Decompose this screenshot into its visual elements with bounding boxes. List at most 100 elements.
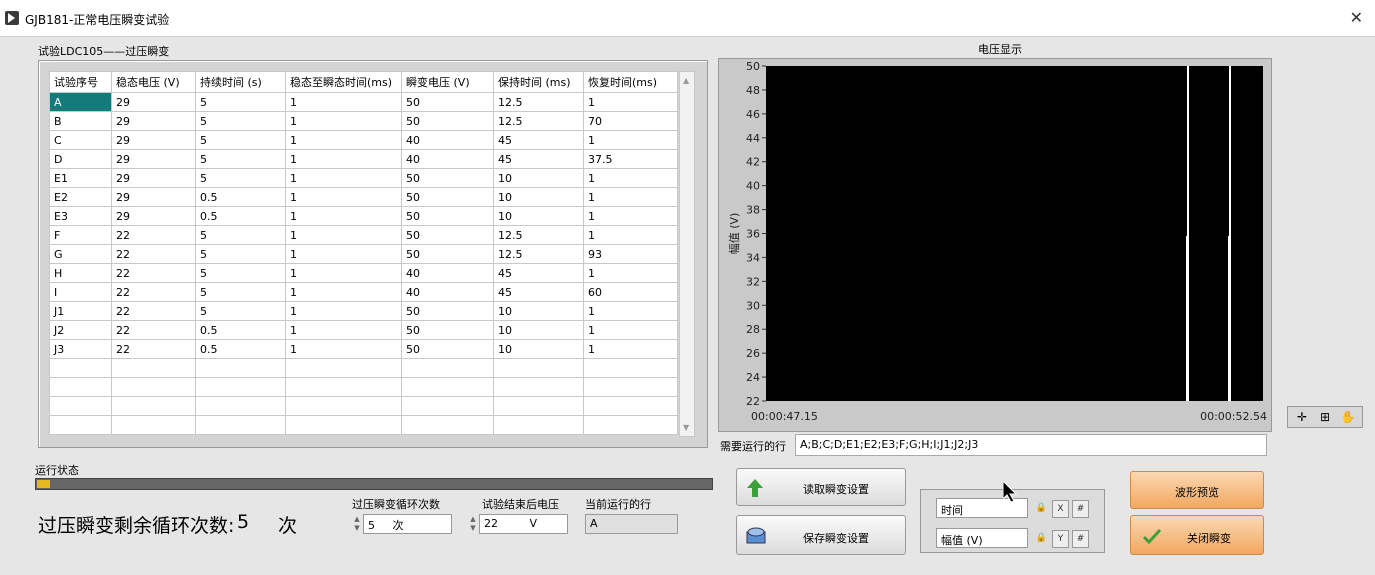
table-cell[interactable]: 45 [493, 130, 584, 150]
table-cell[interactable] [49, 377, 112, 397]
table-cell[interactable] [285, 396, 402, 416]
table-row[interactable]: B 29 5 1 50 12.5 70 [49, 111, 678, 131]
table-cell[interactable]: 45 [493, 263, 584, 283]
table-cell[interactable]: 50 [401, 301, 494, 321]
decrement-icon[interactable]: ▼ [468, 524, 478, 533]
table-scrollbar[interactable]: ▲ ▼ [679, 71, 695, 437]
table-cell[interactable]: F [49, 225, 112, 245]
cycle-count-input[interactable]: 5 次 [363, 514, 452, 534]
table-cell[interactable]: 5 [195, 111, 286, 131]
table-cell[interactable]: 12.5 [493, 92, 584, 112]
read-settings-button[interactable]: 读取瞬变设置 [736, 468, 906, 506]
table-row[interactable]: E1 29 5 1 50 10 1 [49, 168, 678, 188]
table-cell[interactable] [195, 415, 286, 435]
table-cell[interactable]: D [49, 149, 112, 169]
table-cell[interactable]: 40 [401, 149, 494, 169]
table-cell[interactable] [195, 358, 286, 378]
close-icon[interactable]: ✕ [1350, 8, 1363, 27]
table-cell[interactable]: C [49, 130, 112, 150]
close-transient-button[interactable]: 关闭瞬变 [1130, 515, 1264, 555]
table-cell[interactable]: 1 [285, 339, 402, 359]
table-cell[interactable]: 50 [401, 92, 494, 112]
table-cell[interactable]: 29 [111, 206, 196, 226]
table-cell[interactable]: E3 [49, 206, 112, 226]
table-cell[interactable]: 50 [401, 111, 494, 131]
table-cell[interactable] [493, 377, 584, 397]
cycle-count-stepper[interactable]: ▲ ▼ [352, 515, 362, 533]
table-cell[interactable] [583, 396, 678, 416]
table-cell[interactable]: 50 [401, 225, 494, 245]
table-row[interactable]: E2 29 0.5 1 50 10 1 [49, 187, 678, 207]
table-cell[interactable]: 22 [111, 225, 196, 245]
table-cell[interactable]: 29 [111, 187, 196, 207]
table-cell[interactable]: 5 [195, 168, 286, 188]
table-cell[interactable]: 5 [195, 225, 286, 245]
table-row[interactable] [49, 396, 678, 416]
table-cell[interactable]: 1 [583, 263, 678, 283]
table-cell[interactable]: 22 [111, 320, 196, 340]
save-settings-button[interactable]: 保存瞬变设置 [736, 515, 906, 555]
table-cell[interactable] [111, 377, 196, 397]
table-cell[interactable]: 29 [111, 168, 196, 188]
table-cell[interactable]: 5 [195, 282, 286, 302]
table-cell[interactable] [195, 396, 286, 416]
table-cell[interactable]: 1 [583, 301, 678, 321]
table-cell[interactable]: 5 [195, 244, 286, 264]
table-cell[interactable] [401, 358, 494, 378]
table-cell[interactable]: 50 [401, 339, 494, 359]
table-cell[interactable]: 1 [285, 320, 402, 340]
scroll-down-icon[interactable]: ▼ [683, 423, 689, 432]
table-cell[interactable]: 1 [285, 244, 402, 264]
table-cell[interactable]: 5 [195, 149, 286, 169]
table-cell[interactable] [401, 415, 494, 435]
table-cell[interactable] [285, 377, 402, 397]
table-cell[interactable]: 1 [285, 187, 402, 207]
table-cell[interactable]: 45 [493, 282, 584, 302]
table-cell[interactable]: 12.5 [493, 244, 584, 264]
amplitude-axis-field[interactable]: 幅值 (V) [936, 528, 1028, 548]
table-row[interactable] [49, 377, 678, 397]
table-cell[interactable] [285, 358, 402, 378]
table-cell[interactable]: 1 [583, 339, 678, 359]
table-cell[interactable]: 70 [583, 111, 678, 131]
autoscale-x-icon[interactable]: X [1052, 500, 1069, 518]
increment-icon[interactable]: ▲ [352, 515, 362, 524]
table-cell[interactable]: 22 [111, 244, 196, 264]
lock-icon[interactable]: 🔒 [1034, 500, 1049, 516]
table-row[interactable]: E3 29 0.5 1 50 10 1 [49, 206, 678, 226]
table-cell[interactable]: 1 [285, 206, 402, 226]
table-cell[interactable]: 1 [285, 149, 402, 169]
table-cell[interactable]: J2 [49, 320, 112, 340]
table-cell[interactable]: 1 [285, 301, 402, 321]
table-cell[interactable]: G [49, 244, 112, 264]
table-cell[interactable]: 10 [493, 187, 584, 207]
table-cell[interactable]: 22 [111, 339, 196, 359]
table-cell[interactable]: 29 [111, 130, 196, 150]
table-cell[interactable]: 45 [493, 149, 584, 169]
end-voltage-input[interactable]: 22 V [479, 514, 568, 534]
table-cell[interactable]: 50 [401, 168, 494, 188]
zoom-icon[interactable]: ⊞ [1315, 409, 1335, 425]
table-cell[interactable]: 10 [493, 206, 584, 226]
table-cell[interactable]: 50 [401, 320, 494, 340]
format-y-icon[interactable]: # [1072, 530, 1089, 548]
table-cell[interactable]: 1 [285, 263, 402, 283]
scroll-up-icon[interactable]: ▲ [683, 76, 689, 85]
table-cell[interactable]: A [49, 92, 112, 112]
table-row[interactable]: A 29 5 1 50 12.5 1 [49, 92, 678, 112]
table-cell[interactable]: 1 [285, 282, 402, 302]
table-cell[interactable]: J3 [49, 339, 112, 359]
table-cell[interactable]: 37.5 [583, 149, 678, 169]
table-cell[interactable]: 1 [285, 168, 402, 188]
table-cell[interactable]: 5 [195, 92, 286, 112]
table-cell[interactable]: 22 [111, 282, 196, 302]
pan-hand-icon[interactable]: ✋ [1338, 409, 1358, 425]
table-cell[interactable]: 50 [401, 244, 494, 264]
test-table[interactable]: 试验序号 稳态电压 (V) 持续时间 (s) 稳态至瞬态时间(ms) 瞬变电压 (V) 保… [49, 71, 678, 435]
table-row[interactable]: D 29 5 1 40 45 37.5 [49, 149, 678, 169]
table-cell[interactable]: J1 [49, 301, 112, 321]
waveform-preview-button[interactable]: 波形预览 [1130, 471, 1264, 509]
table-cell[interactable]: 1 [583, 168, 678, 188]
format-x-icon[interactable]: # [1072, 500, 1089, 518]
table-cell[interactable] [401, 396, 494, 416]
